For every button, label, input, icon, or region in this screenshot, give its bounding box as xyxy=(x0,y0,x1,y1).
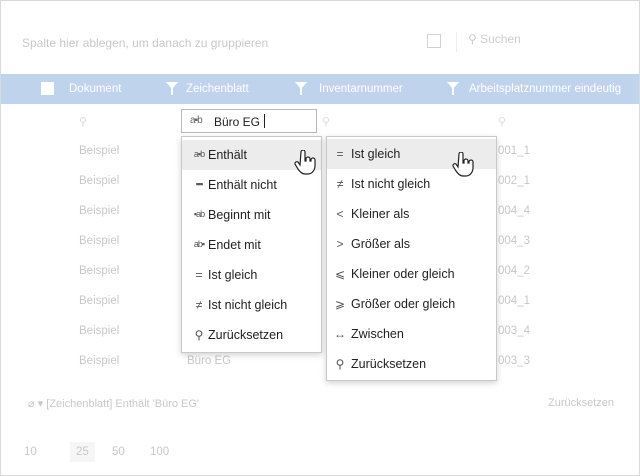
equals-icon: = xyxy=(195,268,203,282)
filter-icon[interactable] xyxy=(295,82,307,95)
submenu-item-less-or-equal[interactable]: ⩽ Kleiner oder gleich xyxy=(327,259,496,289)
cell-document: Beispiel xyxy=(79,265,120,277)
greater-than-icon: > xyxy=(336,237,344,251)
filter-value: Büro EG xyxy=(214,115,261,129)
less-or-equal-icon: ⩽ xyxy=(334,267,346,281)
grid-toolbar: Spalte hier ablegen, um danach zu gruppi… xyxy=(0,0,638,72)
cell-drawing: Büro EG xyxy=(187,355,232,367)
cell-document: Beispiel xyxy=(79,205,120,217)
cell-document: Beispiel xyxy=(79,325,120,337)
drawing-filter-input[interactable]: a▪b Büro EG xyxy=(181,109,317,133)
menu-item-not-equals[interactable]: ≠ Ist nicht gleich xyxy=(182,290,321,320)
page-size-option[interactable]: 100 xyxy=(150,446,169,458)
column-header-document[interactable]: Dokument xyxy=(69,83,121,95)
submenu-item-less-than[interactable]: < Kleiner als xyxy=(327,199,496,229)
column-header-inventory-number[interactable]: Inventarnummer xyxy=(319,83,403,95)
cell-document: Beispiel xyxy=(79,175,120,187)
menu-item-ends-with[interactable]: ab▪ Endet mit xyxy=(182,230,321,260)
column-chooser-icon[interactable] xyxy=(427,34,441,48)
cell-workplace-number: 001_1 xyxy=(498,145,530,157)
search-input[interactable]: ⚲ Suchen xyxy=(468,32,521,46)
clear-filter-link[interactable]: Zurücksetzen xyxy=(548,397,614,409)
submenu-item-reset[interactable]: ⚲ Zurücksetzen xyxy=(327,349,496,379)
menu-item-starts-with[interactable]: ▪ab Beginnt mit xyxy=(182,200,321,230)
filter-icon[interactable] xyxy=(447,82,459,95)
greater-or-equal-icon: ⩾ xyxy=(334,297,346,311)
cell-document: Beispiel xyxy=(79,295,120,307)
cell-workplace-number: 004_3 xyxy=(498,235,530,247)
cell-workplace-number: 003_4 xyxy=(498,325,530,337)
not-equals-icon: ≠ xyxy=(195,298,203,312)
filter-expression: [Zeichenblatt] Enthält 'Büro EG' xyxy=(46,398,200,410)
group-panel-hint[interactable]: Spalte hier ablegen, um danach zu gruppi… xyxy=(22,36,268,50)
hand-pointer-icon xyxy=(294,150,316,175)
hand-pointer-icon xyxy=(452,152,474,177)
cell-workplace-number: 002_1 xyxy=(498,175,530,187)
toolbar-divider xyxy=(456,32,457,52)
column-header-workplace-number[interactable]: Arbeitsplatznummer eindeutig xyxy=(469,83,621,95)
menu-item-equals[interactable]: = Ist gleich xyxy=(182,260,321,290)
search-placeholder: Suchen xyxy=(480,32,521,46)
column-header-row: Dokument Zeichenblatt Inventarnummer Arb… xyxy=(1,74,639,104)
equals-icon: = xyxy=(336,147,344,161)
search-icon: ⚲ xyxy=(322,116,331,128)
between-icon: ↔ xyxy=(334,327,346,341)
cell-workplace-number: 004_4 xyxy=(498,205,530,217)
search-icon: ⚲ xyxy=(194,328,204,342)
cell-document: Beispiel xyxy=(79,145,120,157)
contains-icon[interactable]: a▪b xyxy=(190,115,203,126)
search-icon: ⚲ xyxy=(79,116,88,128)
ends-with-icon: ab▪ xyxy=(193,239,205,249)
not-equals-icon: ≠ xyxy=(336,177,344,191)
search-icon: ⚲ xyxy=(498,116,507,128)
starts-with-icon: ▪ab xyxy=(193,209,205,219)
submenu-item-greater-than[interactable]: > Größer als xyxy=(327,229,496,259)
filter-panel-text[interactable]: ⌀ ▾ [Zeichenblatt] Enthält 'Büro EG' xyxy=(28,397,199,410)
page-size-option[interactable]: 50 xyxy=(112,446,125,458)
cell-document: Beispiel xyxy=(79,235,120,247)
less-than-icon: < xyxy=(336,207,344,221)
column-header-drawing[interactable]: Zeichenblatt xyxy=(186,83,249,95)
select-all-checkbox[interactable] xyxy=(41,82,54,95)
submenu-item-between[interactable]: ↔ Zwischen xyxy=(327,319,496,349)
text-cursor xyxy=(264,114,265,128)
cell-workplace-number: 003_3 xyxy=(498,355,530,367)
cell-workplace-number: 004_1 xyxy=(498,295,530,307)
not-contains-icon: ▪▪▪ xyxy=(195,179,204,189)
page-size-option[interactable]: 10 xyxy=(24,446,37,458)
submenu-item-greater-or-equal[interactable]: ⩾ Größer oder gleich xyxy=(327,289,496,319)
filter-icon[interactable] xyxy=(166,82,178,95)
cell-document: Beispiel xyxy=(79,355,120,367)
page-size-option-selected[interactable]: 25 xyxy=(70,442,95,462)
search-icon: ⚲ xyxy=(335,357,345,371)
cell-workplace-number: 004_2 xyxy=(498,265,530,277)
menu-item-reset[interactable]: ⚲ Zurücksetzen xyxy=(182,320,321,350)
contains-icon: a▪b xyxy=(193,149,205,159)
filter-row: ⚲ ⚲ ⚲ xyxy=(0,104,638,136)
